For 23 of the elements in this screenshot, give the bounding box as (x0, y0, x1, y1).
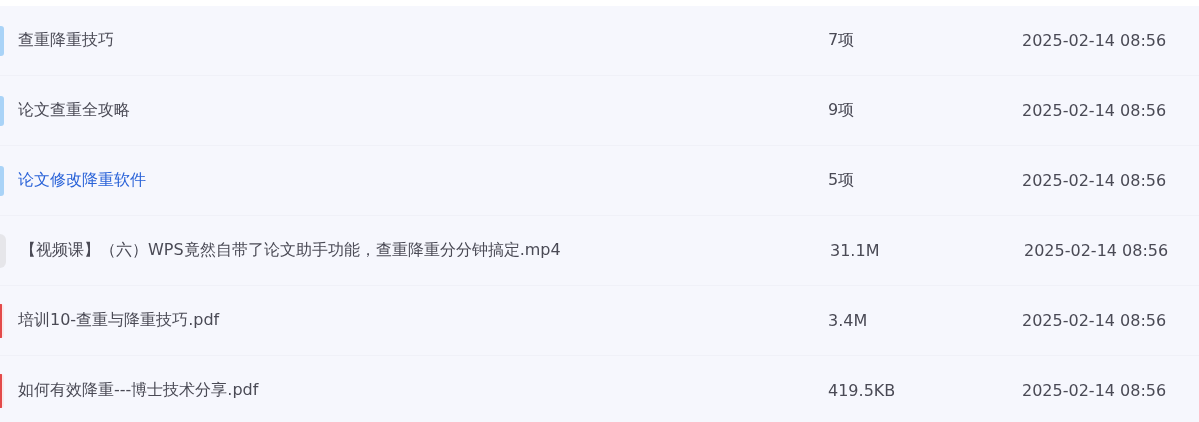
file-name[interactable]: 论文修改降重软件 (18, 170, 828, 191)
folder-icon (0, 95, 4, 126)
file-name[interactable]: 【视频课】（六）WPS竟然自带了论文助手功能，查重降重分分钟搞定.mp4 (20, 240, 830, 261)
file-icon (0, 303, 4, 338)
file-name[interactable]: 查重降重技巧 (18, 30, 828, 51)
modified-date: 2025-02-14 08:56 (1022, 101, 1167, 120)
file-size: 9项 (828, 100, 856, 121)
file-size: 31.1M (830, 241, 881, 260)
file-name[interactable]: 培训10-查重与降重技巧.pdf (18, 310, 828, 331)
folder-icon (0, 165, 4, 196)
folder-icon (0, 25, 4, 56)
file-size: 419.5KB (828, 381, 897, 400)
file-icon (0, 373, 4, 408)
modified-date: 2025-02-14 08:56 (1022, 311, 1167, 330)
modified-date: 2025-02-14 08:56 (1022, 31, 1167, 50)
file-name[interactable]: 如何有效降重---博士技术分享.pdf (18, 380, 828, 401)
modified-date: 2025-02-14 08:56 (1022, 381, 1167, 400)
file-size: 5项 (828, 170, 856, 191)
file-name[interactable]: 论文查重全攻略 (18, 100, 828, 121)
file-size: 7项 (828, 30, 856, 51)
file-size: 3.4M (828, 311, 869, 330)
modified-date: 2025-02-14 08:56 (1022, 171, 1167, 190)
modified-date: 2025-02-14 08:56 (1024, 241, 1169, 260)
